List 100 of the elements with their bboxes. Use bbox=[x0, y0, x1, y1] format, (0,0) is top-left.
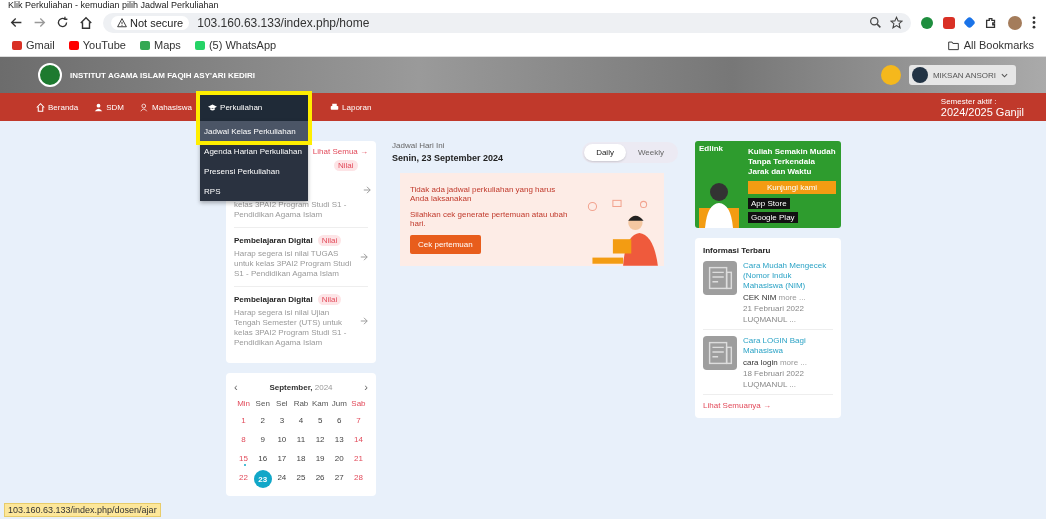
menu-item[interactable]: RPS bbox=[200, 181, 309, 201]
promo-headline: Kuliah Semakin Mudah Tanpa Terkendala Jarak dan Waktu bbox=[748, 147, 836, 177]
address-bar[interactable]: Not secure 103.160.63.133/index.php/home bbox=[103, 12, 911, 33]
calendar-day[interactable]: 6 bbox=[329, 413, 349, 427]
view-tab[interactable]: Weekly bbox=[625, 143, 676, 161]
institution-name: INSTITUT AGAMA ISLAM FAQIH ASY'ARI KEDIRI bbox=[70, 70, 255, 80]
weekday-label: Sab bbox=[350, 399, 367, 408]
user-menu[interactable]: MIKSAN ANSORI bbox=[908, 65, 1016, 85]
menu-item[interactable]: Presensi Perkuliahan bbox=[200, 161, 309, 181]
reload-icon[interactable] bbox=[56, 16, 69, 29]
calendar-day[interactable]: 1 bbox=[234, 413, 254, 427]
grade-badge: Nilai bbox=[317, 294, 342, 305]
calendar-day[interactable]: 13 bbox=[329, 432, 349, 446]
graduation-cap-icon bbox=[208, 102, 218, 112]
empty-message: Tidak ada jadwal perkuliahan yang harus Anda laksanakan bbox=[410, 185, 557, 203]
calendar-day[interactable]: 21 bbox=[348, 451, 368, 465]
calendar-day[interactable]: 22 bbox=[234, 470, 254, 484]
folder-icon bbox=[946, 39, 960, 51]
semester-label: Semester aktif : bbox=[940, 96, 998, 106]
calendar-day[interactable]: 12 bbox=[310, 432, 330, 446]
calendar-day[interactable]: 7 bbox=[348, 413, 368, 427]
bookmark-link[interactable]: Gmail bbox=[12, 39, 55, 51]
user-outline-icon bbox=[140, 102, 150, 112]
schedule-label: Jadwal Hari Ini bbox=[392, 141, 446, 150]
security-chip[interactable]: Not secure bbox=[111, 15, 190, 30]
extension-icon[interactable] bbox=[921, 16, 933, 29]
next-month-button[interactable]: › bbox=[364, 381, 368, 393]
calendar-day[interactable]: 2 bbox=[253, 413, 273, 427]
all-bookmarks-button[interactable]: All Bookmarks bbox=[946, 39, 1034, 51]
url-text: 103.160.63.133/index.php/home bbox=[197, 15, 370, 30]
nav-item[interactable]: SDM bbox=[86, 93, 133, 121]
calendar-day[interactable]: 10 bbox=[272, 432, 292, 446]
forward-icon[interactable] bbox=[33, 16, 46, 29]
calendar-day[interactable]: 15 bbox=[234, 451, 254, 465]
news-excerpt: CEK NIM more ... bbox=[743, 293, 807, 302]
schedule-date: Senin, 23 September 2024 bbox=[392, 153, 504, 163]
menu-item[interactable]: Agenda Harian Perkuliahan bbox=[200, 141, 309, 161]
calendar-day[interactable]: 19 bbox=[310, 451, 330, 465]
calendar-day[interactable]: 18 bbox=[291, 451, 311, 465]
notification-text: Harap segera isi nilai TUGAS untuk kelas 3PAI2 Program Studi S1 - Pendidikan Agama Islam bbox=[234, 249, 353, 279]
calendar-day[interactable]: 17 bbox=[272, 451, 292, 465]
weekday-label: Sel bbox=[275, 399, 289, 408]
store-badge[interactable]: Google Play bbox=[748, 212, 798, 223]
instruction-text: Klik Perkuliahan - kemudian pilih Jadwal Perkuliahan bbox=[8, 0, 220, 11]
profile-avatar[interactable] bbox=[1008, 15, 1022, 30]
calendar-day[interactable]: 27 bbox=[329, 470, 349, 484]
calendar-day[interactable]: 26 bbox=[310, 470, 330, 484]
view-tab[interactable]: Daily bbox=[584, 143, 626, 161]
calendar-day[interactable]: 4 bbox=[291, 413, 311, 427]
calendar-day[interactable]: 25 bbox=[291, 470, 311, 484]
nav-item[interactable]: Beranda bbox=[28, 93, 87, 121]
person-icon bbox=[94, 102, 104, 112]
menu-icon[interactable] bbox=[1032, 16, 1036, 29]
zoom-icon[interactable] bbox=[869, 16, 882, 29]
newspaper-icon bbox=[703, 336, 737, 370]
news-date: 18 Februari 2022 bbox=[743, 369, 805, 378]
calendar-day[interactable]: 9 bbox=[253, 432, 273, 446]
previous-month-button[interactable]: ‹ bbox=[234, 381, 238, 393]
warning-icon bbox=[117, 17, 127, 28]
nav-item[interactable]: Laporan bbox=[322, 93, 380, 121]
news-title: Informasi Terbaru bbox=[703, 246, 772, 255]
calendar-month: September, 2024 bbox=[269, 382, 333, 392]
extension-icon[interactable] bbox=[943, 16, 955, 29]
see-all-link[interactable]: Lihat Semua → bbox=[312, 147, 368, 156]
bookmark-link[interactable]: Maps bbox=[139, 39, 181, 51]
home-icon[interactable] bbox=[79, 15, 93, 30]
nav-item[interactable]: Perkuliahan bbox=[200, 93, 309, 121]
see-all-link[interactable]: Lihat Semuanya → bbox=[703, 401, 833, 410]
calendar-day[interactable]: 5 bbox=[310, 413, 330, 427]
grade-badge: Nilai bbox=[317, 235, 342, 246]
weekday-label: Min bbox=[236, 399, 251, 408]
weekday-label: Sen bbox=[254, 399, 271, 408]
nav-item[interactable]: Mahasiswa bbox=[132, 93, 201, 121]
news-excerpt: cara login more ... bbox=[743, 358, 809, 367]
calendar-day[interactable]: 28 bbox=[348, 470, 368, 484]
calendar-day[interactable]: 16 bbox=[253, 451, 273, 465]
calendar-day[interactable]: 24 bbox=[272, 470, 292, 484]
calendar-day[interactable]: 14 bbox=[348, 432, 368, 446]
house-icon bbox=[36, 102, 45, 112]
news-author: LUQMANUL ... bbox=[743, 315, 798, 324]
calendar-day[interactable]: 20 bbox=[329, 451, 349, 465]
bookmark-link[interactable]: YouTube bbox=[68, 39, 126, 51]
calendar-day[interactable]: 8 bbox=[234, 432, 254, 446]
bookmark-link[interactable]: (5) WhatsApp bbox=[194, 39, 277, 51]
news-author: LUQMANUL ... bbox=[743, 380, 798, 389]
weekday-label: Jum bbox=[330, 399, 348, 408]
star-icon[interactable] bbox=[890, 16, 903, 29]
logo-icon bbox=[38, 63, 62, 87]
weekday-label: Rab bbox=[292, 399, 310, 408]
menu-item[interactable]: Jadwal Kelas Perkuliahan bbox=[200, 121, 309, 141]
calendar-day[interactable]: 3 bbox=[272, 413, 292, 427]
store-badge[interactable]: App Store bbox=[748, 198, 790, 209]
back-icon[interactable] bbox=[10, 16, 23, 29]
extension-icon[interactable] bbox=[963, 16, 976, 29]
semester-value: 2024/2025 Ganjil bbox=[940, 105, 1024, 118]
notification-text: Harap segera isi nilai Ujian Tengah Semester (UTS) untuk kelas 3PAI2 Program Studi S1 - Pendidikan Agama Islam bbox=[234, 308, 348, 348]
notification-title: Pembelajaran Digital bbox=[234, 236, 313, 245]
puzzle-icon[interactable] bbox=[984, 15, 998, 30]
calendar-day[interactable]: 11 bbox=[291, 432, 311, 446]
grade-badge: Nilai bbox=[334, 160, 358, 171]
